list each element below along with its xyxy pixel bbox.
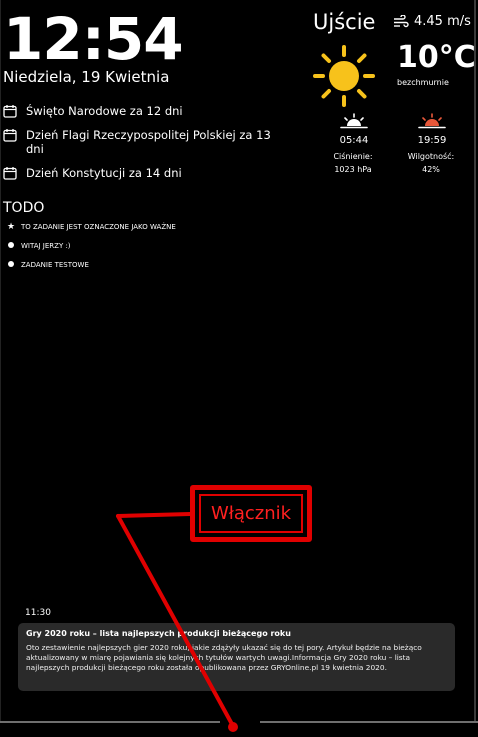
annotation-callout: Włącznik (190, 485, 312, 542)
annotation-arrow (116, 512, 238, 732)
annotation-label: Włącznik (210, 503, 292, 524)
